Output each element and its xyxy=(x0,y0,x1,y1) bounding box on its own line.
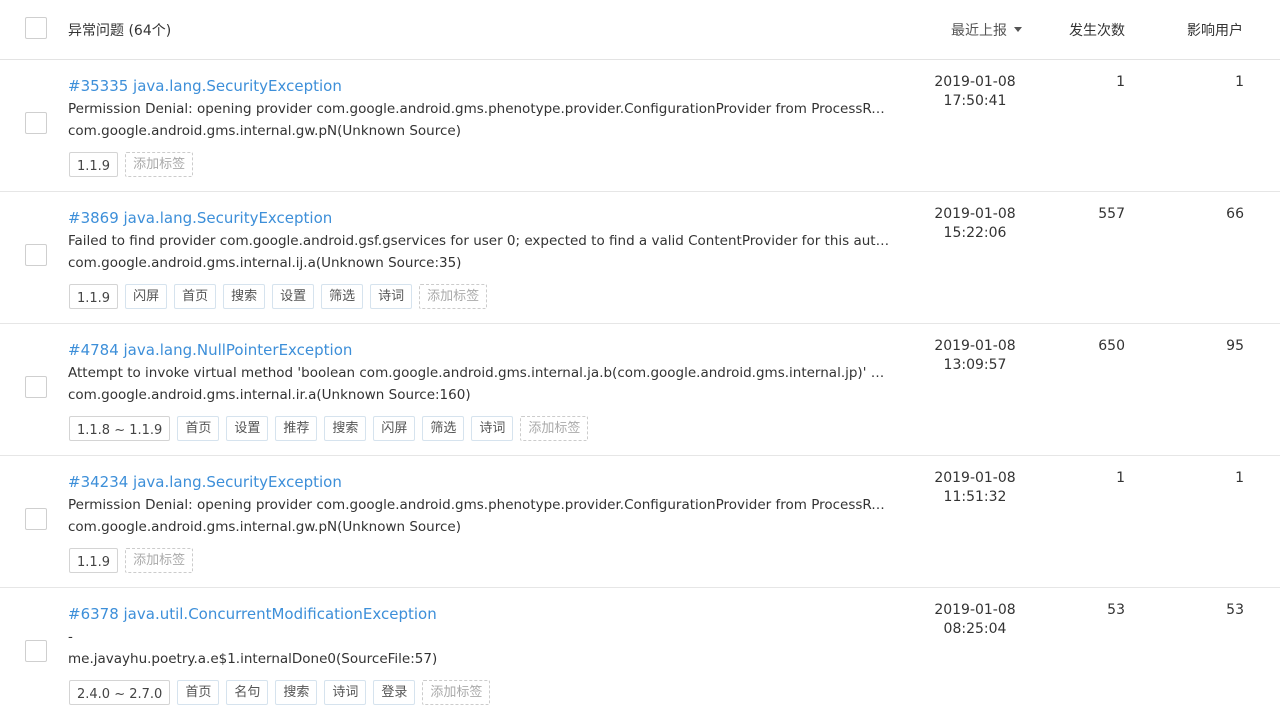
issue-checkbox[interactable] xyxy=(25,640,47,662)
issue-occurrences: 557 xyxy=(1098,206,1125,222)
issue-message: Failed to find provider com.google.andro… xyxy=(68,233,890,249)
add-tag-button[interactable]: 添加标签 xyxy=(422,680,491,705)
issue-tags: 2.4.0 ~ 2.7.0 首页 名句 搜索 诗词 登录 添加标签 xyxy=(69,680,491,705)
issue-date: 2019-01-08 xyxy=(934,206,1016,222)
issue-row: #4784 java.lang.NullPointerException Att… xyxy=(0,324,1280,456)
label-tag[interactable]: 首页 xyxy=(174,284,217,309)
column-occurrences[interactable]: 发生次数 xyxy=(1069,20,1125,40)
issue-last-reported: 2019-01-08 11:51:32 xyxy=(920,469,1030,507)
add-tag-button[interactable]: 添加标签 xyxy=(520,416,589,441)
caret-down-icon xyxy=(1014,26,1022,32)
column-affected-users[interactable]: 影响用户 xyxy=(1187,20,1243,40)
label-tag[interactable]: 搜索 xyxy=(223,284,266,309)
issue-checkbox[interactable] xyxy=(25,244,47,266)
issue-occurrences: 650 xyxy=(1098,338,1125,354)
issue-title-link[interactable]: #3869 java.lang.SecurityException xyxy=(68,209,332,227)
issue-affected-users: 1 xyxy=(1235,470,1244,486)
label-tag[interactable]: 设置 xyxy=(272,284,315,309)
add-tag-button[interactable]: 添加标签 xyxy=(125,152,194,177)
label-tag[interactable]: 搜索 xyxy=(275,680,318,705)
issue-message: Permission Denial: opening provider com.… xyxy=(68,101,890,117)
issue-title-link[interactable]: #4784 java.lang.NullPointerException xyxy=(68,341,352,359)
issue-last-reported: 2019-01-08 08:25:04 xyxy=(920,601,1030,639)
label-tag[interactable]: 名句 xyxy=(226,680,269,705)
label-tag[interactable]: 首页 xyxy=(177,680,220,705)
issue-affected-users: 1 xyxy=(1235,74,1244,90)
issue-date: 2019-01-08 xyxy=(934,602,1016,618)
table-header: 异常问题 (64个) 最近上报 发生次数 影响用户 xyxy=(0,0,1280,60)
issue-checkbox[interactable] xyxy=(25,112,47,134)
issue-stack-frame: com.google.android.gms.internal.gw.pN(Un… xyxy=(68,123,461,139)
issue-date: 2019-01-08 xyxy=(934,338,1016,354)
issue-time: 15:22:06 xyxy=(943,225,1007,241)
issue-last-reported: 2019-01-08 17:50:41 xyxy=(920,73,1030,111)
issue-message: Permission Denial: opening provider com.… xyxy=(68,497,890,513)
version-tag[interactable]: 1.1.9 xyxy=(69,152,119,177)
issue-time: 11:51:32 xyxy=(943,489,1007,505)
label-tag[interactable]: 筛选 xyxy=(321,284,364,309)
add-tag-button[interactable]: 添加标签 xyxy=(419,284,488,309)
label-tag[interactable]: 闪屏 xyxy=(125,284,168,309)
issue-stack-frame: com.google.android.gms.internal.ir.a(Unk… xyxy=(68,387,471,403)
issue-title-link[interactable]: #6378 java.util.ConcurrentModificationEx… xyxy=(68,605,437,623)
label-tag[interactable]: 首页 xyxy=(177,416,220,441)
issue-tags: 1.1.9 添加标签 xyxy=(69,548,194,573)
label-tag[interactable]: 诗词 xyxy=(324,680,367,705)
issue-occurrences: 53 xyxy=(1107,602,1125,618)
label-tag[interactable]: 搜索 xyxy=(324,416,367,441)
version-tag[interactable]: 2.4.0 ~ 2.7.0 xyxy=(69,680,171,705)
select-all-checkbox[interactable] xyxy=(25,17,47,39)
issue-date: 2019-01-08 xyxy=(934,74,1016,90)
label-tag[interactable]: 设置 xyxy=(226,416,269,441)
issue-checkbox[interactable] xyxy=(25,508,47,530)
label-tag[interactable]: 诗词 xyxy=(471,416,514,441)
issue-last-reported: 2019-01-08 15:22:06 xyxy=(920,205,1030,243)
label-tag[interactable]: 诗词 xyxy=(370,284,413,309)
issue-occurrences: 1 xyxy=(1116,74,1125,90)
issue-last-reported: 2019-01-08 13:09:57 xyxy=(920,337,1030,375)
issue-stack-frame: me.javayhu.poetry.a.e$1.internalDone0(So… xyxy=(68,651,438,667)
issue-stack-frame: com.google.android.gms.internal.ij.a(Unk… xyxy=(68,255,462,271)
label-tag[interactable]: 筛选 xyxy=(422,416,465,441)
issue-tags: 1.1.8 ~ 1.1.9 首页 设置 推荐 搜索 闪屏 筛选 诗词 添加标签 xyxy=(69,416,589,441)
version-tag[interactable]: 1.1.8 ~ 1.1.9 xyxy=(69,416,171,441)
issue-time: 17:50:41 xyxy=(943,93,1007,109)
issue-date: 2019-01-08 xyxy=(934,470,1016,486)
issue-title-link[interactable]: #35335 java.lang.SecurityException xyxy=(68,77,342,95)
label-tag[interactable]: 登录 xyxy=(373,680,416,705)
label-tag[interactable]: 推荐 xyxy=(275,416,318,441)
issue-affected-users: 95 xyxy=(1226,338,1244,354)
version-tag[interactable]: 1.1.9 xyxy=(69,548,119,573)
issue-affected-users: 53 xyxy=(1226,602,1244,618)
sort-label: 最近上报 xyxy=(951,23,1007,39)
version-tag[interactable]: 1.1.9 xyxy=(69,284,119,309)
issue-checkbox[interactable] xyxy=(25,376,47,398)
issue-time: 13:09:57 xyxy=(943,357,1007,373)
issue-message: Attempt to invoke virtual method 'boolea… xyxy=(68,365,890,381)
issue-stack-frame: com.google.android.gms.internal.gw.pN(Un… xyxy=(68,519,461,535)
issue-title-link[interactable]: #34234 java.lang.SecurityException xyxy=(68,473,342,491)
issue-row: #35335 java.lang.SecurityException Permi… xyxy=(0,60,1280,192)
label-tag[interactable]: 闪屏 xyxy=(373,416,416,441)
sort-latest-report[interactable]: 最近上报 xyxy=(951,20,1022,40)
issue-list-title: 异常问题 (64个) xyxy=(68,23,172,39)
issue-time: 08:25:04 xyxy=(943,621,1007,637)
issue-row: #6378 java.util.ConcurrentModificationEx… xyxy=(0,588,1280,715)
issue-occurrences: 1 xyxy=(1116,470,1125,486)
issue-row: #3869 java.lang.SecurityException Failed… xyxy=(0,192,1280,324)
issue-row: #34234 java.lang.SecurityException Permi… xyxy=(0,456,1280,588)
issue-tags: 1.1.9 闪屏 首页 搜索 设置 筛选 诗词 添加标签 xyxy=(69,284,488,309)
issue-tags: 1.1.9 添加标签 xyxy=(69,152,194,177)
issue-affected-users: 66 xyxy=(1226,206,1244,222)
add-tag-button[interactable]: 添加标签 xyxy=(125,548,194,573)
issue-message: - xyxy=(68,629,73,645)
